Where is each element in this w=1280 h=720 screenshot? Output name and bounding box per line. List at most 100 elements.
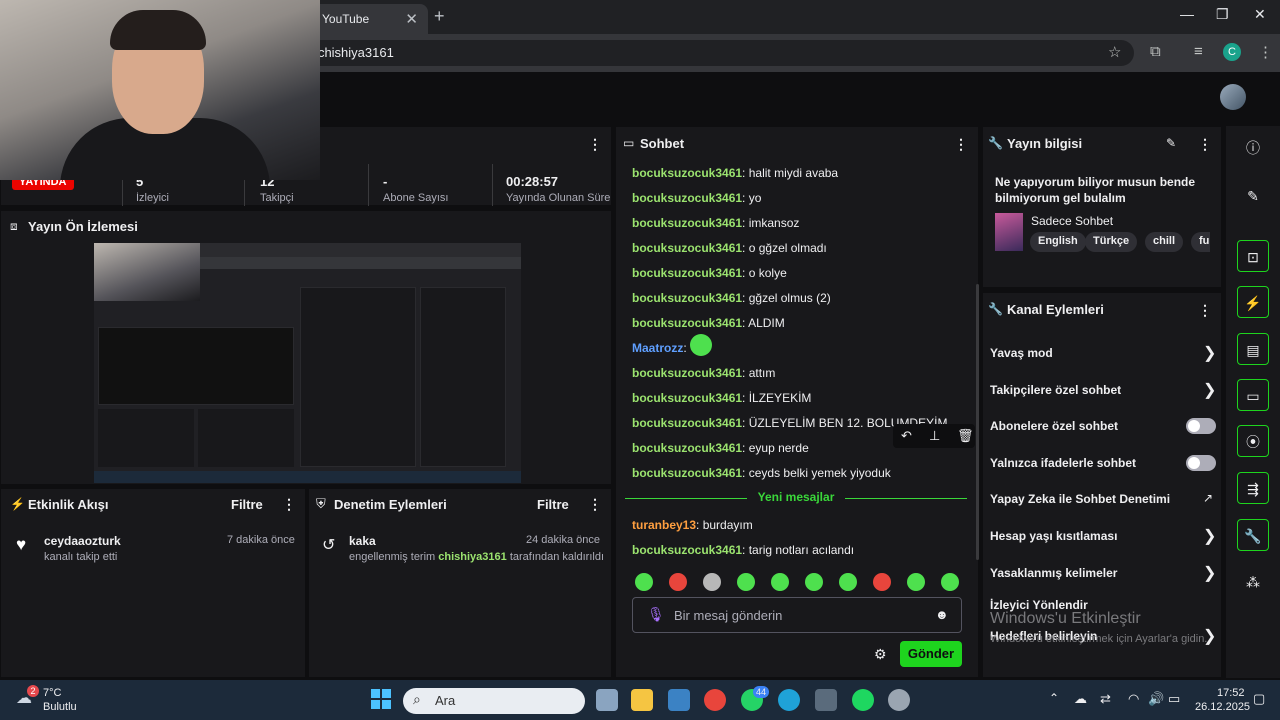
category-thumbnail[interactable] <box>995 213 1023 251</box>
activity-menu-icon[interactable]: ⋮ <box>282 496 296 513</box>
chat-message[interactable]: bocuksuzocuk3461: halit miydi avaba <box>632 166 838 180</box>
chat-username[interactable]: bocuksuzocuk3461 <box>632 291 742 305</box>
chat-scrollbar[interactable] <box>976 284 979 560</box>
close-tab-icon[interactable]: ✕ <box>405 10 418 28</box>
emote-icon[interactable] <box>635 573 653 591</box>
stats-menu-icon[interactable]: ⋮ <box>588 136 602 153</box>
chat-username[interactable]: bocuksuzocuk3461 <box>632 366 742 380</box>
channel-action-item[interactable]: Yalnızca ifadelerle sohbet <box>990 456 1136 470</box>
chat-message[interactable]: bocuksuzocuk3461: yo <box>632 191 761 205</box>
tag[interactable]: Türkçe <box>1085 232 1138 252</box>
stream-preview-video[interactable] <box>94 243 521 483</box>
app-icon[interactable] <box>888 689 910 711</box>
media-control-icon[interactable]: ≡ <box>1194 43 1203 60</box>
chat-message[interactable]: turanbey13: burdayım <box>632 518 753 532</box>
category-name[interactable]: Sadece Sohbet <box>1031 214 1113 228</box>
maximize-icon[interactable]: ❐ <box>1216 6 1229 23</box>
extensions-icon[interactable]: ⁂ <box>1237 566 1269 598</box>
chat-message[interactable]: bocuksuzocuk3461: İLZEYEKİM <box>632 391 811 405</box>
send-button[interactable]: Gönder <box>900 641 962 667</box>
info-icon[interactable]: ⓘ <box>1237 132 1269 164</box>
browser-profile-icon[interactable]: C <box>1223 43 1241 61</box>
bookmark-star-icon[interactable]: ☆ <box>1108 43 1121 61</box>
chevron-up-icon[interactable]: ⌃ <box>1049 691 1059 705</box>
activity-filter-button[interactable]: Filtre <box>231 497 263 512</box>
moderation-menu-icon[interactable]: ⋮ <box>588 496 602 513</box>
channel-actions-menu-icon[interactable]: ⋮ <box>1198 302 1212 319</box>
chat-message[interactable]: bocuksuzocuk3461: gğzel olmus (2) <box>632 291 831 305</box>
onedrive-icon[interactable]: ☁ <box>1074 691 1087 707</box>
spotify-icon[interactable] <box>852 689 874 711</box>
chevron-right-icon[interactable]: ❯ <box>1203 343 1216 363</box>
channel-action-item[interactable]: Yasaklanmış kelimeler <box>990 566 1117 580</box>
chat-message[interactable]: Maatrozz: <box>632 333 713 356</box>
calculator-icon[interactable] <box>815 689 837 711</box>
file-explorer-icon[interactable] <box>631 689 653 711</box>
windows-start-icon[interactable] <box>371 689 391 709</box>
emote-icon[interactable] <box>907 573 925 591</box>
chat-message[interactable]: bocuksuzocuk3461: imkansoz <box>632 216 799 230</box>
chat-input[interactable]: 🎙 Bir mesaj gönderin ☻ <box>632 597 962 633</box>
chat-username[interactable]: bocuksuzocuk3461 <box>632 316 742 330</box>
emote-icon[interactable] <box>805 573 823 591</box>
chat-username[interactable]: bocuksuzocuk3461 <box>632 191 742 205</box>
delete-icon[interactable]: 🗑 <box>957 428 974 444</box>
network-icon[interactable]: ⇄ <box>1100 691 1111 707</box>
notification-icon[interactable]: ▢ <box>1253 691 1265 707</box>
chat-settings-icon[interactable]: ⚙ <box>874 646 887 663</box>
settings-wrench-icon[interactable]: 🔧 <box>1237 519 1269 551</box>
extensions-icon[interactable]: ⧉ <box>1150 43 1161 60</box>
raid-icon[interactable]: ⇶ <box>1237 472 1269 504</box>
channel-action-item[interactable]: Yavaş mod <box>990 346 1053 360</box>
volume-icon[interactable]: 🔊 <box>1148 691 1164 707</box>
emote-icon[interactable] <box>941 573 959 591</box>
chat-username[interactable]: bocuksuzocuk3461 <box>632 543 742 557</box>
external-link-icon[interactable]: ↗ <box>1203 491 1213 505</box>
store-icon[interactable] <box>668 689 690 711</box>
user-avatar[interactable] <box>1220 84 1246 110</box>
chat-message[interactable]: bocuksuzocuk3461: o kolye <box>632 266 787 280</box>
activity-user[interactable]: ceydaaozturk <box>44 534 121 548</box>
chat-username[interactable]: bocuksuzocuk3461 <box>632 416 742 430</box>
chat-username[interactable]: bocuksuzocuk3461 <box>632 241 742 255</box>
chat-icon[interactable]: ▭ <box>1237 379 1269 411</box>
new-tab-icon[interactable]: + <box>434 6 445 27</box>
taskbar-search[interactable]: ⌕ Ara <box>403 688 585 714</box>
tag[interactable]: English <box>1030 232 1086 252</box>
channel-action-item[interactable]: Takipçilere özel sohbet <box>990 383 1121 397</box>
emote-icon[interactable] <box>703 573 721 591</box>
broadcast-icon[interactable]: ⦿ <box>1237 425 1269 457</box>
chat-message[interactable]: bocuksuzocuk3461: tarig notları acılandı <box>632 543 854 557</box>
clip-icon[interactable]: ⊡ <box>1237 240 1269 272</box>
browser-menu-icon[interactable]: ⋮ <box>1258 43 1273 61</box>
tag[interactable]: funny <box>1191 232 1210 252</box>
chat-username[interactable]: bocuksuzocuk3461 <box>632 391 742 405</box>
chat-username[interactable]: bocuksuzocuk3461 <box>632 216 742 230</box>
chevron-right-icon[interactable]: ❯ <box>1203 526 1216 546</box>
address-bar[interactable]: r/chishiya3161 <box>210 40 1134 66</box>
chevron-right-icon[interactable]: ❯ <box>1203 380 1216 400</box>
task-view-icon[interactable] <box>596 689 618 711</box>
emote-icon[interactable] <box>737 573 755 591</box>
chat-menu-icon[interactable]: ⋮ <box>954 136 968 153</box>
chat-message[interactable]: bocuksuzocuk3461: ceyds belki yemek yiyo… <box>632 466 891 480</box>
bolt-icon[interactable]: ⚡ <box>1237 286 1269 318</box>
moderation-mod[interactable]: chishiya3161 <box>438 551 507 563</box>
close-window-icon[interactable]: ✕ <box>1254 6 1266 23</box>
emote-icon[interactable] <box>873 573 891 591</box>
chat-username[interactable]: bocuksuzocuk3461 <box>632 441 742 455</box>
emoji-icon[interactable]: ☻ <box>935 607 949 622</box>
chat-message[interactable]: bocuksuzocuk3461: eyup nerde <box>632 441 809 455</box>
chat-message[interactable]: bocuksuzocuk3461: o gğzel olmadı <box>632 241 827 255</box>
clock-date[interactable]: 26.12.2025 <box>1195 701 1250 713</box>
channel-action-item[interactable]: Yapay Zeka ile Sohbet Denetimi <box>990 492 1170 506</box>
chat-username[interactable]: turanbey13 <box>632 518 696 532</box>
chevron-right-icon[interactable]: ❯ <box>1203 563 1216 583</box>
chrome-icon[interactable] <box>704 689 726 711</box>
toggle-switch[interactable] <box>1186 418 1216 434</box>
chat-username[interactable]: bocuksuzocuk3461 <box>632 466 742 480</box>
chat-username[interactable]: bocuksuzocuk3461 <box>632 166 742 180</box>
clock-time[interactable]: 17:52 <box>1217 687 1245 699</box>
tag[interactable]: chill <box>1145 232 1184 252</box>
chat-message[interactable]: bocuksuzocuk3461: attım <box>632 366 775 380</box>
